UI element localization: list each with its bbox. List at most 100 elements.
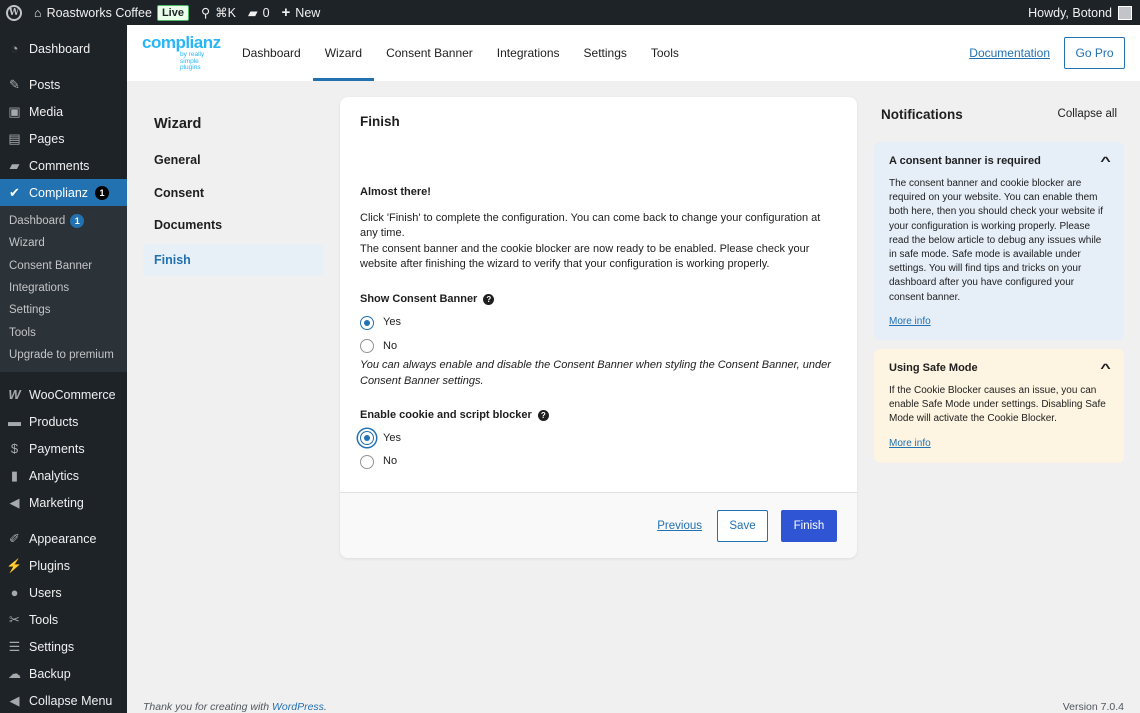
logo-sub-text: by really simple plugins [180, 51, 205, 72]
show-banner-no-option[interactable]: No [360, 335, 840, 359]
sidebar-item-settings[interactable]: ☰ Settings [0, 633, 127, 660]
submenu-item-upgrade[interactable]: Upgrade to premium [0, 344, 127, 366]
tab-dashboard[interactable]: Dashboard [230, 25, 313, 81]
wizard-step-consent[interactable]: Consent [143, 177, 323, 210]
wp-logo-menu[interactable]: W [0, 0, 28, 25]
live-badge: Live [156, 4, 189, 21]
wrench-icon: ✂ [9, 611, 20, 627]
chevron-up-icon[interactable]: ^ [1100, 361, 1111, 375]
sidebar-item-users[interactable]: ● Users [0, 579, 127, 606]
sidebar-item-payments[interactable]: $ Payments [0, 435, 127, 462]
tab-consent-banner[interactable]: Consent Banner [374, 25, 485, 81]
sidebar-item-label: Backup [29, 666, 71, 681]
documentation-link[interactable]: Documentation [969, 46, 1050, 60]
home-icon: ⌂ [34, 5, 42, 20]
submenu-item-settings[interactable]: Settings [0, 299, 127, 321]
wizard-menu: Wizard General Consent Documents Finish [143, 110, 323, 276]
save-button[interactable]: Save [717, 509, 768, 542]
notifications-title: Notifications [881, 106, 963, 122]
site-name: Roastworks Coffee [46, 5, 152, 20]
radio-button[interactable] [360, 315, 374, 330]
tab-integrations[interactable]: Integrations [485, 25, 572, 81]
notice-body: If the Cookie Blocker causes an issue, y… [889, 385, 1106, 425]
comments-menu[interactable]: ▰ 0 [242, 0, 276, 25]
sidebar-item-comments[interactable]: ▰ Comments [0, 152, 127, 179]
logo-main-text: complianz [142, 33, 221, 53]
notice-body: The consent banner and cookie blocker ar… [889, 178, 1104, 303]
sidebar-item-posts[interactable]: ✎ Posts [0, 71, 127, 98]
sidebar-item-pages[interactable]: ▤ Pages [0, 125, 127, 152]
show-banner-yes-option[interactable]: Yes [360, 311, 840, 335]
sidebar-item-products[interactable]: ▬ Products [0, 408, 127, 435]
new-content-menu[interactable]: + New [276, 0, 327, 25]
sliders-icon: ☰ [8, 638, 21, 654]
sidebar-item-backup[interactable]: ☁ Backup [0, 660, 127, 687]
admin-sidebar: ◔ Dashboard ✎ Posts ▣ Media ▤ Pages ▰ Co… [0, 25, 127, 713]
woo-icon: W [8, 387, 21, 403]
safe-mode-notice: Using Safe Mode ^ If the Cookie Blocker … [874, 349, 1124, 463]
radio-button[interactable] [360, 431, 374, 446]
submenu-item-integrations[interactable]: Integrations [0, 277, 127, 299]
sidebar-item-woocommerce[interactable]: W WooCommerce [0, 381, 127, 408]
plug-icon: ⚡ [6, 557, 23, 573]
wizard-menu-title: Wizard [154, 116, 202, 132]
submenu-item-dashboard[interactable]: Dashboard 1 [0, 210, 127, 232]
blocker-yes-option[interactable]: Yes [360, 427, 840, 451]
help-icon[interactable]: ? [483, 293, 495, 305]
tab-tools[interactable]: Tools [639, 25, 691, 81]
sidebar-item-marketing[interactable]: ◀ Marketing [0, 489, 127, 516]
notice-header[interactable]: A consent banner is required ^ [889, 153, 1111, 169]
submenu-item-tools[interactable]: Tools [0, 321, 127, 343]
submenu-item-wizard[interactable]: Wizard [0, 232, 127, 254]
blocker-no-option[interactable]: No [360, 450, 840, 474]
sidebar-item-label: Dashboard [29, 41, 91, 56]
finish-button[interactable]: Finish [781, 509, 837, 542]
wizard-step-general[interactable]: General [143, 144, 323, 177]
sidebar-item-label: Marketing [29, 495, 84, 510]
brush-icon: ✐ [9, 530, 20, 546]
submenu-item-consent-banner[interactable]: Consent Banner [0, 255, 127, 277]
sidebar-item-appearance[interactable]: ✐ Appearance [0, 525, 127, 552]
field-label-text: Show Consent Banner [360, 292, 478, 305]
sidebar-item-label: Media [29, 104, 64, 119]
notification-count-badge: 1 [95, 185, 110, 200]
sidebar-item-label: Payments [29, 441, 85, 456]
more-info-link[interactable]: More info [889, 437, 1109, 451]
help-icon[interactable]: ? [537, 410, 549, 422]
radio-button[interactable] [360, 339, 374, 354]
collapse-all-button[interactable]: Collapse all [1058, 108, 1117, 120]
submenu-item-label: Dashboard [9, 215, 66, 228]
notifications-header: Notifications Collapse all [881, 104, 1117, 124]
sidebar-item-dashboard[interactable]: ◔ Dashboard [0, 35, 127, 62]
sidebar-item-label: Appearance [29, 531, 97, 546]
site-name-menu[interactable]: ⌂ Roastworks Coffee Live [28, 0, 195, 25]
go-pro-button[interactable]: Go Pro [1064, 37, 1125, 69]
wizard-step-finish[interactable]: Finish [143, 243, 323, 276]
submenu-item-label: Upgrade to premium [9, 348, 114, 361]
sidebar-item-complianz[interactable]: ✔ Complianz 1 [0, 179, 127, 206]
megaphone-icon: ◀ [9, 494, 20, 510]
more-info-link[interactable]: More info [889, 315, 1109, 329]
sidebar-item-plugins[interactable]: ⚡ Plugins [0, 552, 127, 579]
account-menu[interactable]: Howdy, Botond [1028, 5, 1140, 20]
sidebar-item-tools[interactable]: ✂ Tools [0, 606, 127, 633]
wizard-step-documents[interactable]: Documents [143, 209, 323, 242]
sidebar-item-media[interactable]: ▣ Media [0, 98, 127, 125]
tab-settings[interactable]: Settings [572, 25, 639, 81]
archive-icon: ▬ [8, 414, 21, 430]
tab-wizard[interactable]: Wizard [312, 25, 375, 81]
notice-header[interactable]: Using Safe Mode ^ [889, 360, 1111, 376]
search-icon: ⚲ [200, 6, 211, 20]
submenu-item-label: Wizard [9, 237, 45, 250]
dollar-icon: $ [10, 441, 19, 457]
sidebar-item-analytics[interactable]: ▮ Analytics [0, 462, 127, 489]
previous-button[interactable]: Previous [657, 520, 702, 532]
command-palette-button[interactable]: ⚲ ⌘K [195, 0, 242, 25]
notification-count-badge: 1 [70, 214, 85, 229]
wordpress-link[interactable]: WordPress [272, 701, 324, 713]
howdy-text: Howdy, Botond [1028, 5, 1112, 20]
radio-button[interactable] [360, 454, 374, 469]
collapse-icon: ◀ [9, 692, 20, 708]
chevron-up-icon[interactable]: ^ [1100, 154, 1111, 168]
collapse-menu-button[interactable]: ◀ Collapse Menu [0, 687, 127, 713]
